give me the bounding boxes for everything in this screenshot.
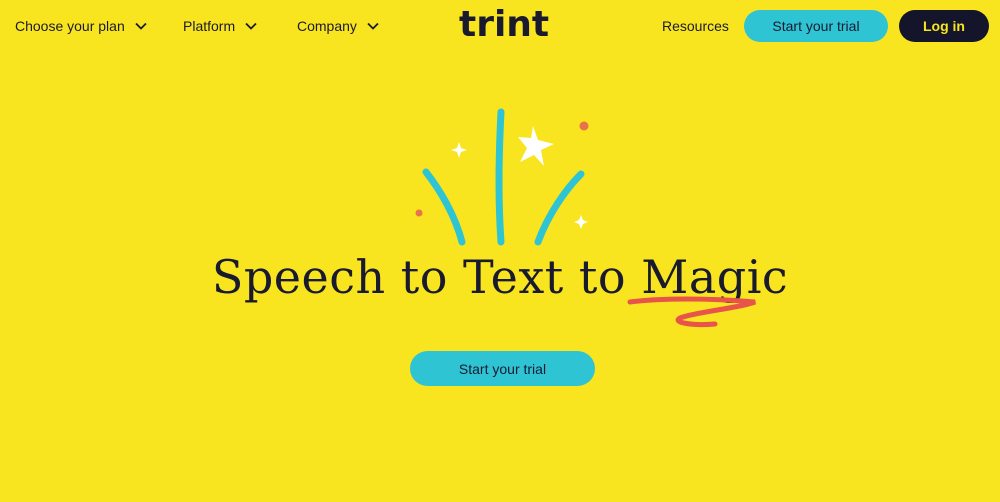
top-navigation: Choose your plan Platform Company trint … xyxy=(0,0,1000,52)
start-trial-button-header[interactable]: Start your trial xyxy=(744,10,888,42)
nav-choose-plan[interactable]: Choose your plan xyxy=(15,16,147,36)
nav-resources[interactable]: Resources xyxy=(662,16,729,36)
chevron-down-icon xyxy=(135,22,147,30)
magic-underline-squiggle xyxy=(627,296,756,327)
sparkle-burst-illustration xyxy=(415,108,589,246)
nav-choose-plan-label: Choose your plan xyxy=(15,18,125,34)
nav-company-label: Company xyxy=(297,18,357,34)
star-small-icon xyxy=(574,215,588,229)
page-headline: Speech to Text to Magic xyxy=(0,250,1000,304)
nav-company[interactable]: Company xyxy=(297,16,379,36)
star-small-icon xyxy=(451,142,467,158)
start-trial-button-hero[interactable]: Start your trial xyxy=(410,351,595,386)
chevron-down-icon xyxy=(367,22,379,30)
dot-red-icon xyxy=(415,209,423,217)
chevron-down-icon xyxy=(245,22,257,30)
teal-stroke-center xyxy=(495,108,505,246)
login-button[interactable]: Log in xyxy=(899,10,989,42)
nav-resources-label: Resources xyxy=(662,18,729,34)
nav-platform-label: Platform xyxy=(183,18,236,34)
headline-text: Speech to Text to xyxy=(211,250,642,304)
teal-stroke-right xyxy=(534,170,585,246)
nav-platform[interactable]: Platform xyxy=(183,16,257,36)
dot-red-icon xyxy=(579,121,589,131)
trint-logo[interactable]: trint xyxy=(459,4,549,45)
star-large-icon xyxy=(518,126,554,166)
teal-stroke-left xyxy=(422,168,466,246)
